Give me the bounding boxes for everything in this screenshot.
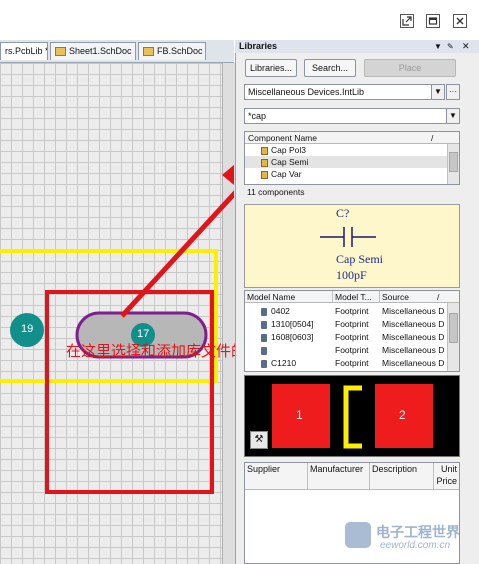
footprint-pad-2-label: 2 — [399, 408, 406, 422]
model-source: Miscellaneous D — [382, 319, 445, 329]
tab-fb[interactable]: FB.SchDoc — [138, 42, 206, 60]
supplier-header-unit-price[interactable]: Unit Price — [434, 463, 459, 489]
popout-icon[interactable] — [400, 14, 414, 28]
component-count: 11 components — [247, 187, 305, 197]
model-list-scrollbar[interactable] — [447, 303, 459, 371]
watermark-logo-icon — [345, 522, 371, 548]
pad-selected-label: 17 — [137, 328, 150, 340]
filter-dropdown-icon[interactable]: ▼ — [446, 108, 460, 124]
model-source: Miscellaneous D — [382, 332, 445, 342]
close-icon[interactable] — [453, 14, 467, 28]
footprint-model-icon — [261, 359, 267, 368]
model-type: Footprint — [335, 332, 369, 342]
table-row[interactable]: 0402 Footprint Miscellaneous D — [245, 305, 447, 317]
price-label: Price — [436, 476, 457, 486]
model-type: Footprint — [335, 358, 369, 368]
model-name: C1210 — [271, 358, 297, 368]
supplier-header-manufacturer[interactable]: Manufacturer — [308, 463, 370, 489]
model-type: Footprint — [335, 345, 369, 355]
model-list: Model Name Model T... Source / 0402 Foot… — [244, 290, 460, 372]
model-header: Model Name Model T... Source / — [245, 291, 459, 303]
component-list: Component Name / Cap Pol3 Cap Semi Cap V… — [244, 131, 460, 185]
preview-designator: C? — [336, 206, 350, 220]
scroll-thumb[interactable] — [449, 313, 458, 343]
model-type: Footprint — [335, 319, 369, 329]
list-item[interactable]: Cap Pol3 — [245, 144, 459, 156]
more-options-icon[interactable]: ··· — [446, 84, 460, 100]
tab-label: FB.SchDoc — [157, 46, 203, 56]
schematic-doc-icon — [143, 47, 154, 57]
model-source: Miscellaneous D — [382, 306, 445, 316]
silkscreen-outline — [343, 385, 362, 449]
footprint-model-icon — [261, 320, 267, 329]
search-button[interactable]: Search... — [304, 59, 356, 77]
supplier-header-description[interactable]: Description — [370, 463, 434, 489]
component-name: Cap Semi — [271, 157, 309, 167]
model-name-header[interactable]: Model Name — [245, 291, 333, 303]
footprint-model-icon — [261, 346, 267, 355]
sort-icon: / — [437, 292, 440, 302]
supplier-header-supplier[interactable]: Supplier — [245, 463, 308, 489]
panel-menu-icon[interactable]: ▼ — [434, 40, 442, 53]
libraries-button[interactable]: Libraries... — [245, 59, 297, 77]
model-name: 1310[0504] — [271, 319, 314, 329]
panel-close-icon[interactable]: ✕ — [462, 40, 470, 53]
preview-comment: Cap Semi — [336, 252, 383, 266]
sort-icon: / — [431, 133, 434, 143]
restore-icon[interactable] — [426, 14, 440, 28]
list-item[interactable]: Cap Var — [245, 168, 459, 180]
tab-pcblib[interactable]: rs.PcbLib * — [0, 42, 48, 60]
arrow-head — [222, 164, 234, 185]
schematic-doc-icon — [55, 47, 66, 57]
model-name: 0402 — [271, 306, 290, 316]
watermark-sub: eeworld.com.cn — [380, 540, 451, 551]
pin-icon[interactable]: ✎ — [447, 40, 454, 53]
tab-label: Sheet1.SchDoc — [69, 46, 132, 56]
3d-view-icon[interactable]: ⚒ — [250, 431, 268, 449]
library-select[interactable]: Miscellaneous Devices.IntLib — [244, 84, 432, 100]
model-type: Footprint — [335, 306, 369, 316]
scroll-thumb[interactable] — [449, 152, 458, 172]
component-header-label: Component Name — [248, 133, 317, 143]
model-type-header[interactable]: Model T... — [333, 291, 380, 303]
table-row[interactable]: Footprint Miscellaneous D — [245, 344, 447, 356]
annotation-text: 在这里选择和添加库文件的啊 — [66, 343, 262, 360]
panel-title: Libraries — [235, 40, 479, 53]
component-icon — [261, 146, 268, 155]
footprint-pad-1-label: 1 — [296, 408, 303, 422]
filter-input[interactable]: *cap — [244, 108, 447, 124]
chevron-down-icon[interactable]: ▼ — [431, 84, 445, 100]
tab-sheet1[interactable]: Sheet1.SchDoc — [50, 42, 136, 60]
supplier-header: Supplier Manufacturer Description Unit P… — [245, 463, 459, 490]
model-rows: 0402 Footprint Miscellaneous D 1310[0504… — [245, 303, 447, 371]
component-icon — [261, 158, 268, 167]
pcb-drawing — [0, 164, 234, 494]
tab-label: rs.PcbLib * — [5, 46, 48, 56]
pad-left-label: 19 — [21, 323, 34, 335]
component-icon — [261, 170, 268, 179]
list-item[interactable]: Cap Semi — [245, 156, 459, 168]
watermark-text: 电子工程世界 — [376, 524, 460, 540]
preview-value: 100pF — [336, 268, 367, 282]
place-button[interactable]: Place — [364, 59, 456, 77]
component-header[interactable]: Component Name / — [245, 132, 459, 144]
component-list-scrollbar[interactable] — [447, 144, 459, 184]
capacitor-symbol — [320, 227, 376, 247]
table-row[interactable]: 1310[0504] Footprint Miscellaneous D — [245, 318, 447, 330]
table-row[interactable]: 1608[0603] Footprint Miscellaneous D — [245, 331, 447, 343]
model-source: Miscellaneous D — [382, 358, 445, 368]
footprint-model-icon — [261, 333, 267, 342]
component-name: Cap Var — [271, 169, 302, 179]
footprint-model-icon — [261, 307, 267, 316]
model-source: Miscellaneous D — [382, 345, 445, 355]
component-name: Cap Pol3 — [271, 145, 306, 155]
model-name: 1608[0603] — [271, 332, 314, 342]
table-row[interactable]: C1210 Footprint Miscellaneous D — [245, 357, 447, 369]
unit-label: Unit — [440, 464, 457, 474]
